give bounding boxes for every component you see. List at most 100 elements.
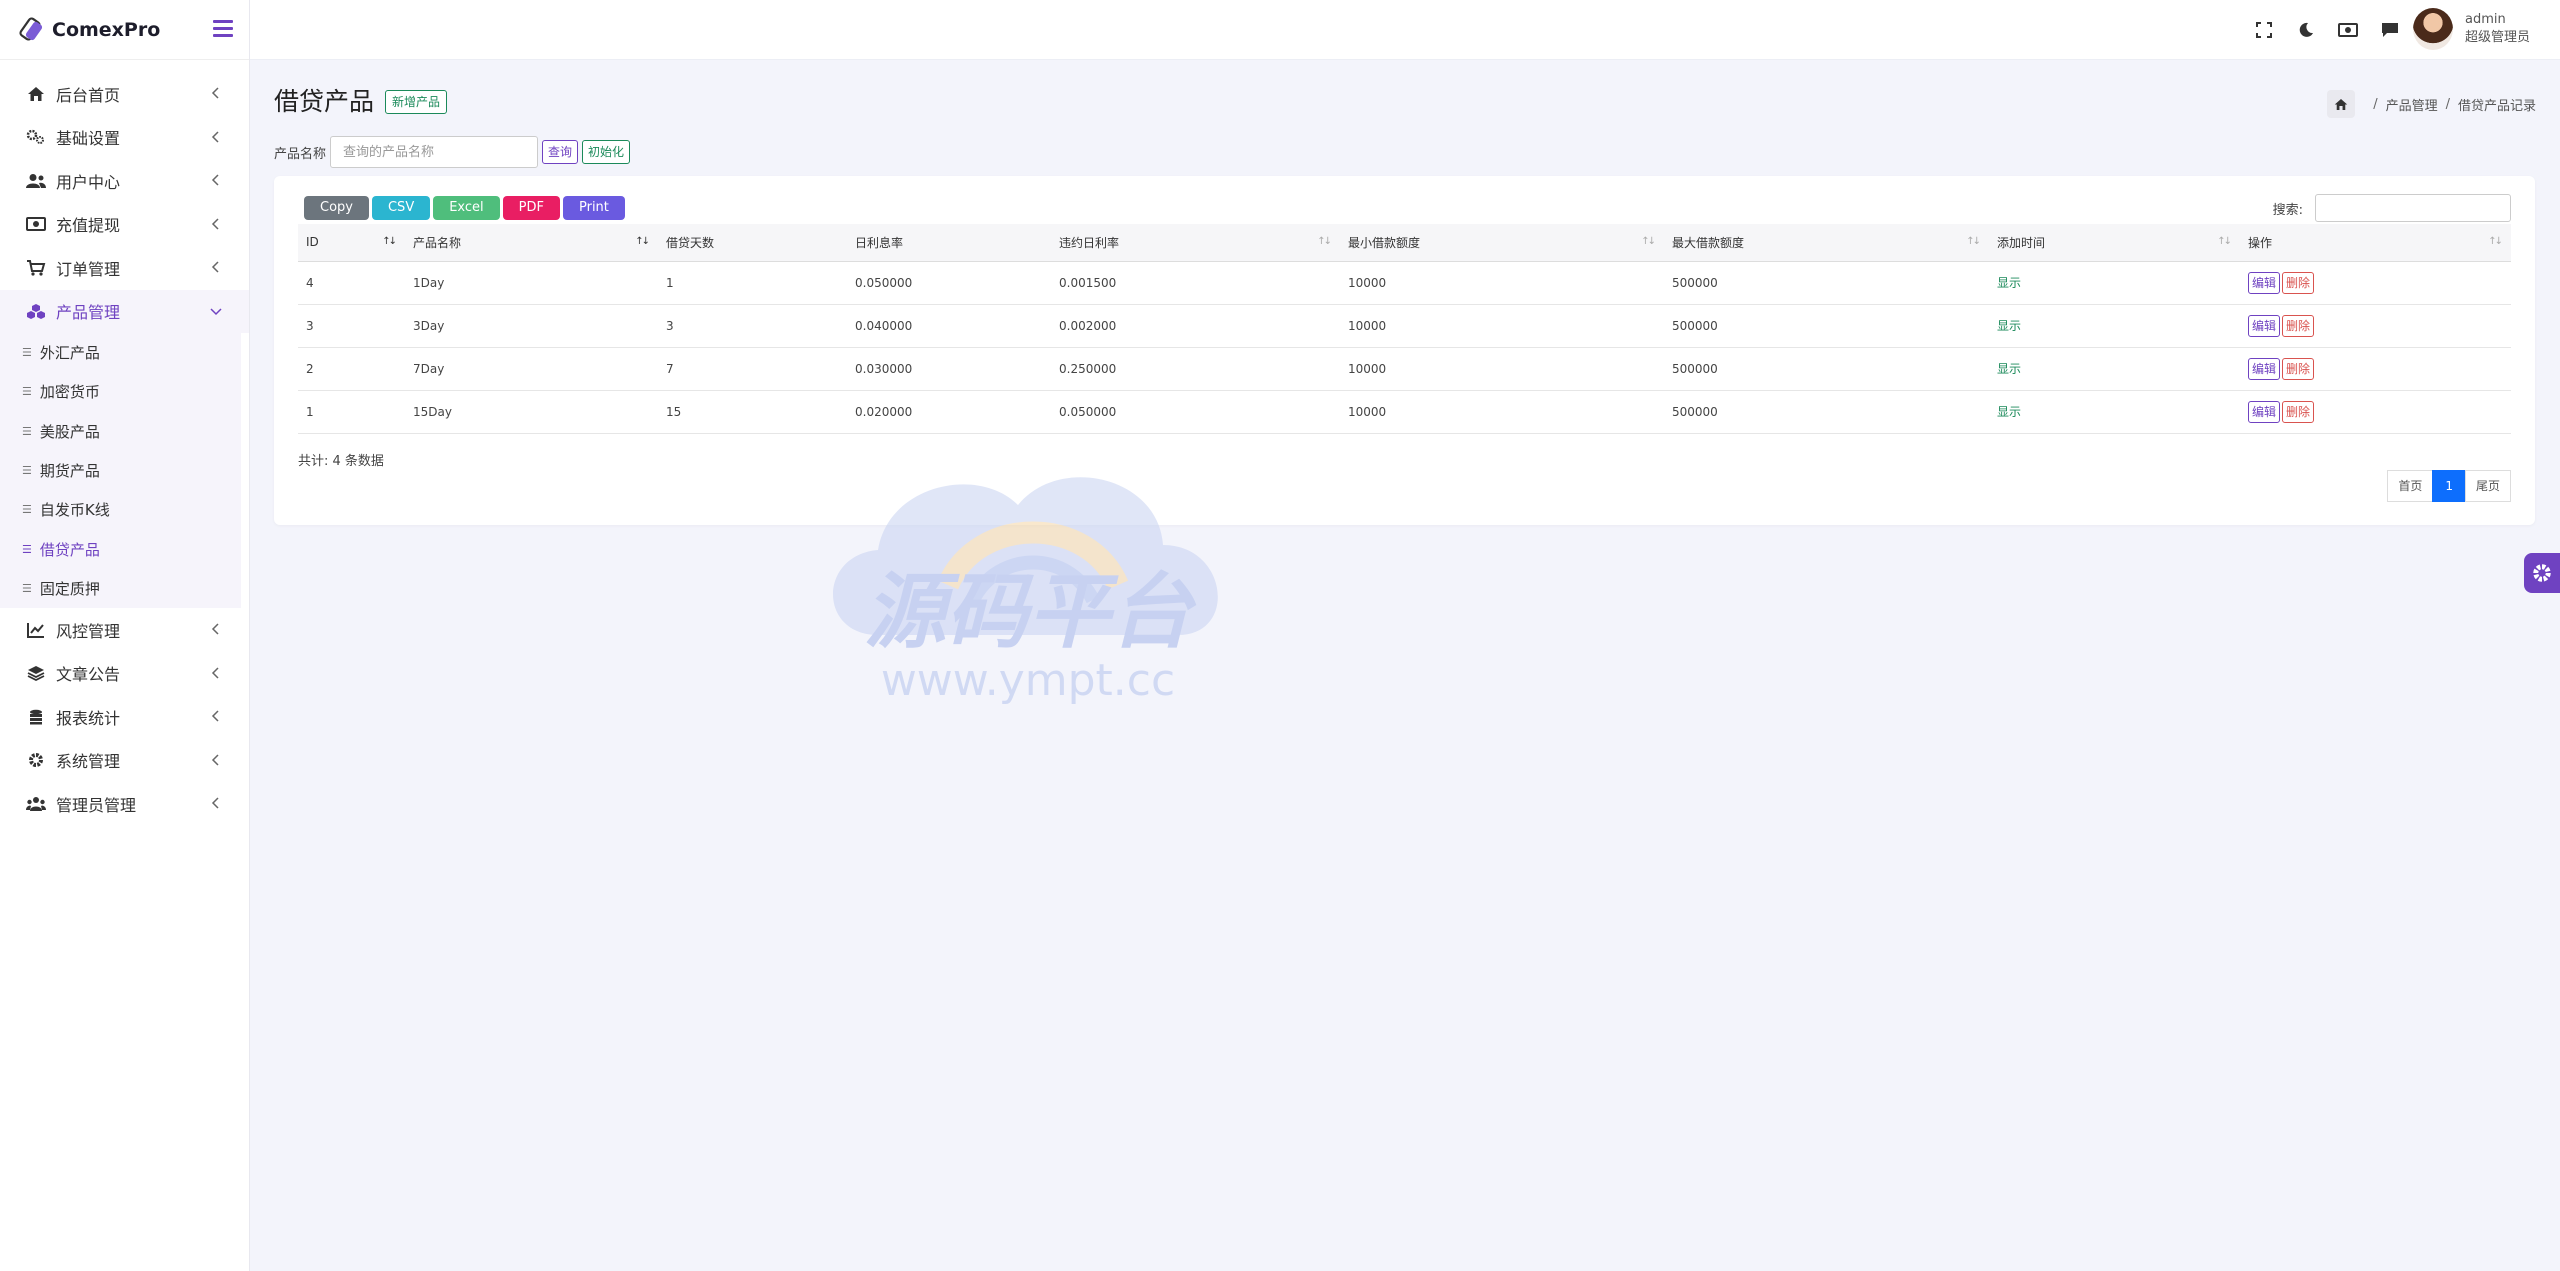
message-icon[interactable] <box>2380 20 2400 40</box>
table-row: 1 15Day 15 0.020000 0.050000 10000 50000… <box>298 390 2511 434</box>
cart-icon <box>26 259 46 277</box>
excel-button[interactable]: Excel <box>433 196 500 220</box>
column-header-actions[interactable]: 操作 ↑↓ <box>2240 224 2511 262</box>
list-icon: ☰ <box>22 581 32 595</box>
search-input[interactable] <box>2315 194 2511 222</box>
database-icon <box>26 708 46 726</box>
pdf-button[interactable]: PDF <box>502 196 560 220</box>
sidebar-item-home[interactable]: 后台首页 <box>0 72 249 116</box>
query-button[interactable]: 查询 <box>542 140 579 164</box>
delete-button[interactable]: 删除 <box>2282 357 2315 380</box>
column-header-min-amount[interactable]: 最小借款额度 ↑↓ <box>1340 224 1664 262</box>
sidebar-item-label: 订单管理 <box>56 259 121 279</box>
sidebar-subitem-label: 期货产品 <box>39 462 100 481</box>
dark-mode-icon[interactable] <box>2296 20 2316 40</box>
edit-button[interactable]: 编辑 <box>2248 271 2281 294</box>
home-icon[interactable] <box>2327 90 2356 118</box>
sidebar-item-label: 后台首页 <box>56 85 121 105</box>
chart-line-icon <box>26 621 46 639</box>
sidebar-item-label: 报表统计 <box>56 708 121 728</box>
column-header-daily-rate[interactable]: 日利息率 <box>847 224 1051 262</box>
sidebar-item-reports[interactable]: 报表统计 <box>0 695 249 739</box>
status-text: 显示 <box>1989 261 2240 305</box>
last-page-button[interactable]: 尾页 <box>2464 470 2511 502</box>
table-search: 搜索: <box>2273 194 2511 222</box>
list-icon: ☰ <box>22 542 32 556</box>
user-menu[interactable]: admin 超级管理员 <box>2412 8 2530 50</box>
sidebar-item-label: 产品管理 <box>56 303 121 323</box>
delete-button[interactable]: 删除 <box>2282 400 2315 423</box>
products-submenu: ☰ 外汇产品 ☰ 加密货币 ☰ 美股产品 ☰ 期货产品 ☰ 自发币K线 ☰ 借贷产品 ☰ 固定… <box>0 333 241 609</box>
product-name-input[interactable] <box>330 136 539 168</box>
sidebar-item-orders[interactable]: 订单管理 <box>0 246 249 290</box>
settings-button[interactable] <box>2524 553 2560 593</box>
brand-logo-icon[interactable] <box>18 16 46 44</box>
cubes-icon <box>26 302 46 320</box>
breadcrumb-item[interactable]: 产品管理 <box>2386 95 2438 114</box>
brand-name[interactable]: ComexPro <box>52 19 160 41</box>
column-header-days[interactable]: 借贷天数 <box>658 224 847 262</box>
sidebar-item-products[interactable]: 产品管理 <box>0 289 249 333</box>
main-content: 借贷产品 新增产品 / 产品管理 / 借贷产品记录 产品名称 查询 初始化 Co… <box>250 60 2560 1271</box>
sidebar-subitem-label: 美股产品 <box>39 422 100 441</box>
fullscreen-icon[interactable] <box>2254 20 2274 40</box>
sidebar-subitem-self-kline[interactable]: ☰ 自发币K线 <box>0 490 241 529</box>
sidebar-subitem-staking[interactable]: ☰ 固定质押 <box>0 569 241 608</box>
sidebar-item-basic-settings[interactable]: 基础设置 <box>0 116 249 160</box>
sidebar-item-articles[interactable]: 文章公告 <box>0 652 249 696</box>
column-header-penalty-rate[interactable]: 违约日利率 ↑↓ <box>1051 224 1340 262</box>
page-title: 借贷产品 <box>274 87 375 116</box>
gear-icon <box>26 751 46 769</box>
user-name: admin <box>2464 12 2506 27</box>
gear-icon <box>2533 564 2551 582</box>
list-icon: ☰ <box>22 385 32 399</box>
first-page-button[interactable]: 首页 <box>2387 470 2434 502</box>
money-icon[interactable] <box>2338 20 2358 40</box>
home-icon <box>26 85 46 103</box>
sidebar-item-label: 文章公告 <box>56 665 121 685</box>
breadcrumb-item-current: 借贷产品记录 <box>2457 98 2536 114</box>
sidebar-subitem-crypto[interactable]: ☰ 加密货币 <box>0 372 241 411</box>
column-header-name[interactable]: 产品名称 ↑↓ <box>405 224 658 262</box>
table-row: 3 3Day 3 0.040000 0.002000 10000 500000 … <box>298 304 2511 348</box>
column-header-added-time[interactable]: 添加时间 ↑↓ <box>1989 224 2240 262</box>
sidebar-subitem-label: 加密货币 <box>39 383 100 402</box>
status-text: 显示 <box>1989 347 2240 391</box>
edit-button[interactable]: 编辑 <box>2248 314 2281 337</box>
sidebar-subitem-label: 自发币K线 <box>39 501 110 520</box>
column-header-id[interactable]: ID ↑↓ <box>298 224 405 262</box>
page-button-current[interactable]: 1 <box>2432 470 2466 502</box>
edit-button[interactable]: 编辑 <box>2248 400 2281 423</box>
sidebar-menu: 后台首页 基础设置 用户中心 充值提现 订单管理 产品管理 ☰ 外汇产品 ☰ 加… <box>0 60 249 826</box>
products-table: ID ↑↓ 产品名称 ↑↓ 借贷天数 日利息率 违约日利率 ↑↓ 最小借款额度 ↑↓ 最… <box>298 224 2511 434</box>
sidebar-item-system[interactable]: 系统管理 <box>0 739 249 783</box>
filter-bar: 产品名称 查询 初始化 <box>274 136 631 168</box>
reset-button[interactable]: 初始化 <box>582 140 631 164</box>
delete-button[interactable]: 删除 <box>2282 271 2315 294</box>
edit-button[interactable]: 编辑 <box>2248 357 2281 380</box>
sidebar-subitem-us-stocks[interactable]: ☰ 美股产品 <box>0 412 241 451</box>
topbar-icons <box>2254 20 2400 40</box>
sidebar-item-risk[interactable]: 风控管理 <box>0 608 249 652</box>
sidebar-subitem-forex[interactable]: ☰ 外汇产品 <box>0 333 241 372</box>
chevron-left-icon <box>211 623 219 635</box>
add-product-button[interactable]: 新增产品 <box>385 90 448 114</box>
chevron-left-icon <box>211 261 219 273</box>
sidebar-subitem-futures[interactable]: ☰ 期货产品 <box>0 451 241 490</box>
menu-toggle-icon[interactable] <box>213 20 233 38</box>
sidebar-item-user-center[interactable]: 用户中心 <box>0 159 249 203</box>
sidebar-item-admins[interactable]: 管理员管理 <box>0 782 249 826</box>
delete-button[interactable]: 删除 <box>2282 314 2315 337</box>
sidebar-item-recharge[interactable]: 充值提现 <box>0 203 249 247</box>
table-row: 2 7Day 7 0.030000 0.250000 10000 500000 … <box>298 347 2511 391</box>
sidebar-subitem-loan[interactable]: ☰ 借贷产品 <box>0 529 241 568</box>
layers-icon <box>26 664 46 682</box>
breadcrumb: / 产品管理 / 借贷产品记录 <box>2327 90 2536 118</box>
column-header-max-amount[interactable]: 最大借款额度 ↑↓ <box>1664 224 1989 262</box>
copy-button[interactable]: Copy <box>304 196 369 220</box>
list-icon: ☰ <box>22 346 32 360</box>
sidebar-item-label: 风控管理 <box>56 621 121 641</box>
print-button[interactable]: Print <box>562 196 625 220</box>
sidebar-item-label: 基础设置 <box>56 129 121 149</box>
csv-button[interactable]: CSV <box>371 196 431 220</box>
